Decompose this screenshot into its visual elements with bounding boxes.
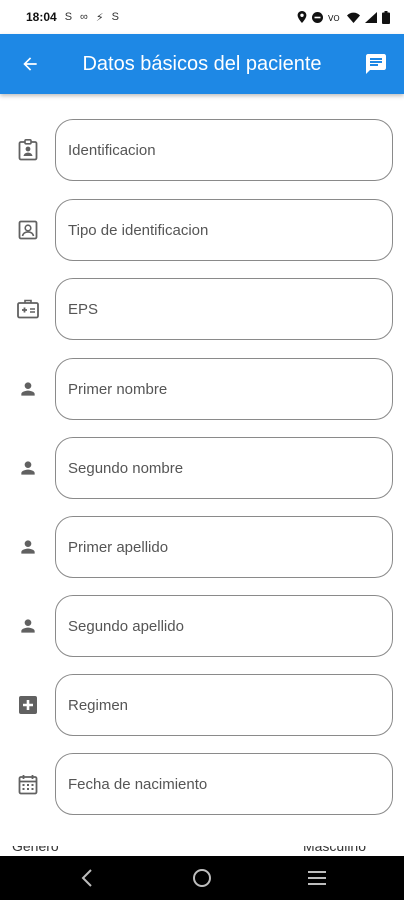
tipo-identificacion-input[interactable]: [68, 221, 392, 239]
app-bar: Datos básicos del paciente: [0, 34, 404, 94]
eps-input[interactable]: [68, 300, 392, 318]
location-icon: [297, 11, 307, 23]
id-badge-icon: [0, 139, 55, 161]
system-nav-bar: [0, 856, 404, 900]
calendar-icon: [0, 774, 55, 795]
flash-icon: ⚡: [95, 11, 104, 24]
nav-menu-icon: [307, 871, 326, 885]
field-row-tipo-identificacion: [0, 199, 404, 261]
status-time: 18:04: [26, 10, 57, 24]
eps-field[interactable]: [55, 278, 393, 340]
nav-recents-button[interactable]: [297, 856, 337, 900]
voicemail-icon: ∞: [80, 11, 88, 23]
dnd-icon: [312, 11, 323, 23]
primer-nombre-input[interactable]: [68, 380, 392, 398]
person-icon: [0, 537, 55, 557]
field-row-identificacion: [0, 119, 404, 181]
primer-nombre-field[interactable]: [55, 358, 393, 420]
nav-back-button[interactable]: [67, 856, 107, 900]
message-icon: [366, 54, 386, 74]
genero-label: Género: [12, 846, 59, 854]
medical-card-icon: [0, 299, 55, 319]
segundo-nombre-input[interactable]: [68, 459, 392, 477]
field-row-regimen: [0, 674, 404, 736]
status-right: VO: [297, 10, 390, 24]
identificacion-input[interactable]: [68, 141, 392, 159]
regimen-field[interactable]: [55, 674, 393, 736]
identificacion-field[interactable]: [55, 119, 393, 181]
segundo-apellido-input[interactable]: [68, 617, 392, 635]
back-button[interactable]: [0, 34, 60, 94]
signal-icon: [365, 11, 377, 23]
segundo-apellido-field[interactable]: [55, 595, 393, 657]
status-bar: 18:04 S ∞ ⚡ S VO: [0, 0, 404, 34]
genero-row-partial[interactable]: Género Masculino: [12, 846, 392, 856]
patient-form: Género Masculino: [0, 94, 404, 856]
nav-home-icon: [192, 869, 211, 887]
battery-icon: [382, 10, 390, 24]
field-row-primer-apellido: [0, 516, 404, 578]
nav-back-icon: [81, 869, 93, 887]
page-title: Datos básicos del paciente: [82, 52, 322, 75]
notification-icon-1: S: [64, 11, 73, 23]
segundo-nombre-field[interactable]: [55, 437, 393, 499]
notification-icon-2: S: [111, 11, 119, 23]
status-left: 18:04 S ∞ ⚡ S: [26, 10, 119, 24]
field-row-segundo-apellido: [0, 595, 404, 657]
volte-icon: VO: [328, 14, 340, 23]
person-icon: [0, 379, 55, 399]
tipo-identificacion-field[interactable]: [55, 199, 393, 261]
person-icon: [0, 458, 55, 478]
field-row-eps: [0, 278, 404, 340]
fecha-nacimiento-field[interactable]: [55, 753, 393, 815]
genero-value: Masculino: [302, 846, 366, 854]
primer-apellido-input[interactable]: [68, 538, 392, 556]
primer-apellido-field[interactable]: [55, 516, 393, 578]
person-icon: [0, 616, 55, 636]
portrait-icon: [0, 220, 55, 240]
wifi-icon: [347, 12, 360, 23]
plus-box-icon: [0, 695, 55, 715]
svg-text:VO: VO: [328, 14, 340, 23]
field-row-fecha-nacimiento: [0, 753, 404, 815]
fecha-nacimiento-input[interactable]: [68, 775, 392, 793]
field-row-segundo-nombre: [0, 437, 404, 499]
arrow-back-icon: [23, 57, 37, 71]
nav-home-button[interactable]: [182, 856, 222, 900]
chat-button[interactable]: [348, 34, 404, 94]
field-row-primer-nombre: [0, 358, 404, 420]
regimen-input[interactable]: [68, 696, 392, 714]
